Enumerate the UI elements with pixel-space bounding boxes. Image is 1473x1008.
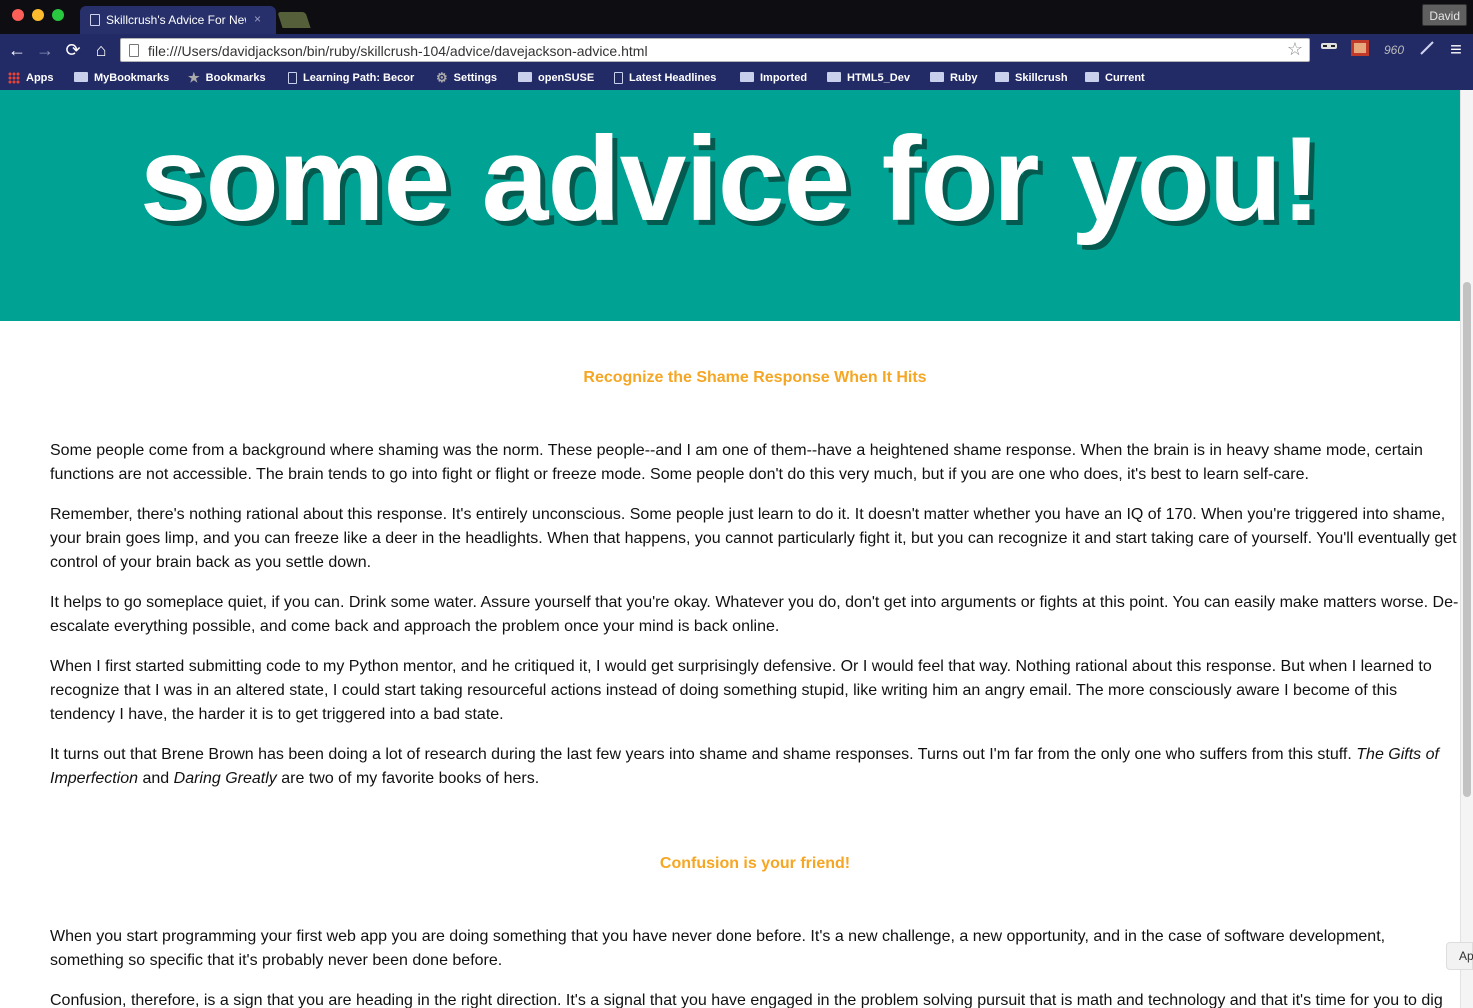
scrollbar-thumb[interactable]	[1463, 282, 1471, 797]
bookmark-opensuse[interactable]: openSUSE	[518, 69, 594, 87]
page-favicon-icon	[90, 14, 100, 26]
bookmark-settings[interactable]: ⚙ Settings	[436, 69, 497, 87]
paragraph: It helps to go someplace quiet, if you c…	[50, 594, 1459, 635]
folder-icon	[74, 72, 88, 83]
bookmark-star-icon[interactable]: ☆	[1287, 39, 1303, 60]
profile-button[interactable]: David	[1422, 4, 1467, 26]
folder-icon	[930, 72, 944, 83]
side-panel-tab[interactable]: Ap	[1446, 942, 1473, 970]
window-minimize-button[interactable]	[32, 9, 44, 21]
new-tab-button[interactable]	[277, 12, 311, 28]
page-icon	[288, 72, 297, 85]
paragraph: When you start programming your first we…	[50, 928, 1386, 969]
address-bar[interactable]: file:///Users/davidjackson/bin/ruby/skil…	[120, 38, 1310, 62]
bookmark-mybookmarks[interactable]: MyBookmarks	[74, 69, 169, 87]
window-maximize-button[interactable]	[52, 9, 64, 21]
bookmark-bookmarks[interactable]: ★ Bookmarks	[188, 69, 266, 87]
folder-icon	[518, 72, 532, 83]
paragraph: Confusion, therefore, is a sign that you…	[50, 992, 1443, 1008]
page-icon	[614, 72, 623, 85]
bookmarks-bar: Apps MyBookmarks ★ Bookmarks Learning Pat…	[0, 66, 1473, 90]
page-viewport: some advice for you! Recognize the Shame…	[0, 90, 1473, 1008]
tab-title: Skillcrush's Advice For New	[106, 13, 246, 27]
extension-960-icon[interactable]: 960	[1382, 39, 1406, 61]
vertical-scrollbar[interactable]	[1460, 90, 1473, 1008]
paragraph: Remember, there's nothing rational about…	[50, 506, 1457, 571]
paragraph: When I first started submitting code to …	[50, 658, 1432, 723]
title-bar: Skillcrush's Advice For New × David	[0, 0, 1473, 34]
article-content: Recognize the Shame Response When It Hit…	[50, 321, 1460, 1008]
tab-close-icon[interactable]: ×	[254, 12, 261, 26]
section-title: Confusion is your friend!	[659, 855, 851, 872]
reload-icon[interactable]: ⟳	[62, 38, 84, 62]
bookmark-current[interactable]: Current	[1085, 69, 1145, 87]
folder-icon	[1085, 72, 1099, 83]
url-text[interactable]: file:///Users/davidjackson/bin/ruby/skil…	[148, 43, 648, 59]
extension-mask-icon[interactable]	[1320, 39, 1338, 61]
folder-icon	[740, 72, 754, 83]
browser-tab-active[interactable]: Skillcrush's Advice For New ×	[80, 6, 276, 34]
bookmark-html5-dev[interactable]: HTML5_Dev	[827, 69, 910, 87]
paragraph-books: It turns out that Brene Brown has been d…	[50, 746, 1439, 787]
extension-image-icon[interactable]	[1350, 39, 1370, 61]
hero-title: some advice for you!	[139, 112, 1321, 246]
hero-banner: some advice for you!	[0, 90, 1460, 321]
bookmark-learning-path[interactable]: Learning Path: Becor	[288, 69, 418, 87]
browser-toolbar: ← → ⟳ ⌂ file:///Users/davidjackson/bin/r…	[0, 34, 1473, 66]
home-icon[interactable]: ⌂	[90, 38, 112, 62]
forward-arrow-icon[interactable]: →	[34, 38, 56, 62]
bookmark-imported[interactable]: Imported	[740, 69, 807, 87]
folder-icon	[827, 72, 841, 83]
back-arrow-icon[interactable]: ←	[6, 38, 28, 62]
book-title: Daring Greatly	[173, 770, 277, 787]
apps-grid-icon	[8, 72, 20, 85]
bookmark-apps[interactable]: Apps	[8, 69, 54, 87]
folder-icon	[995, 72, 1009, 83]
star-icon: ★	[188, 70, 200, 86]
extension-pen-icon[interactable]	[1418, 39, 1436, 61]
page-icon	[129, 44, 139, 57]
menu-icon[interactable]: ≡	[1446, 39, 1466, 61]
bookmark-latest-headlines[interactable]: Latest Headlines	[614, 69, 716, 87]
bookmark-skillcrush[interactable]: Skillcrush	[995, 69, 1068, 87]
paragraph: Some people come from a background where…	[50, 442, 1423, 483]
window-close-button[interactable]	[12, 9, 24, 21]
section-title: Recognize the Shame Response When It Hit…	[583, 369, 927, 386]
gear-icon: ⚙	[436, 70, 448, 86]
bookmark-ruby[interactable]: Ruby	[930, 69, 978, 87]
